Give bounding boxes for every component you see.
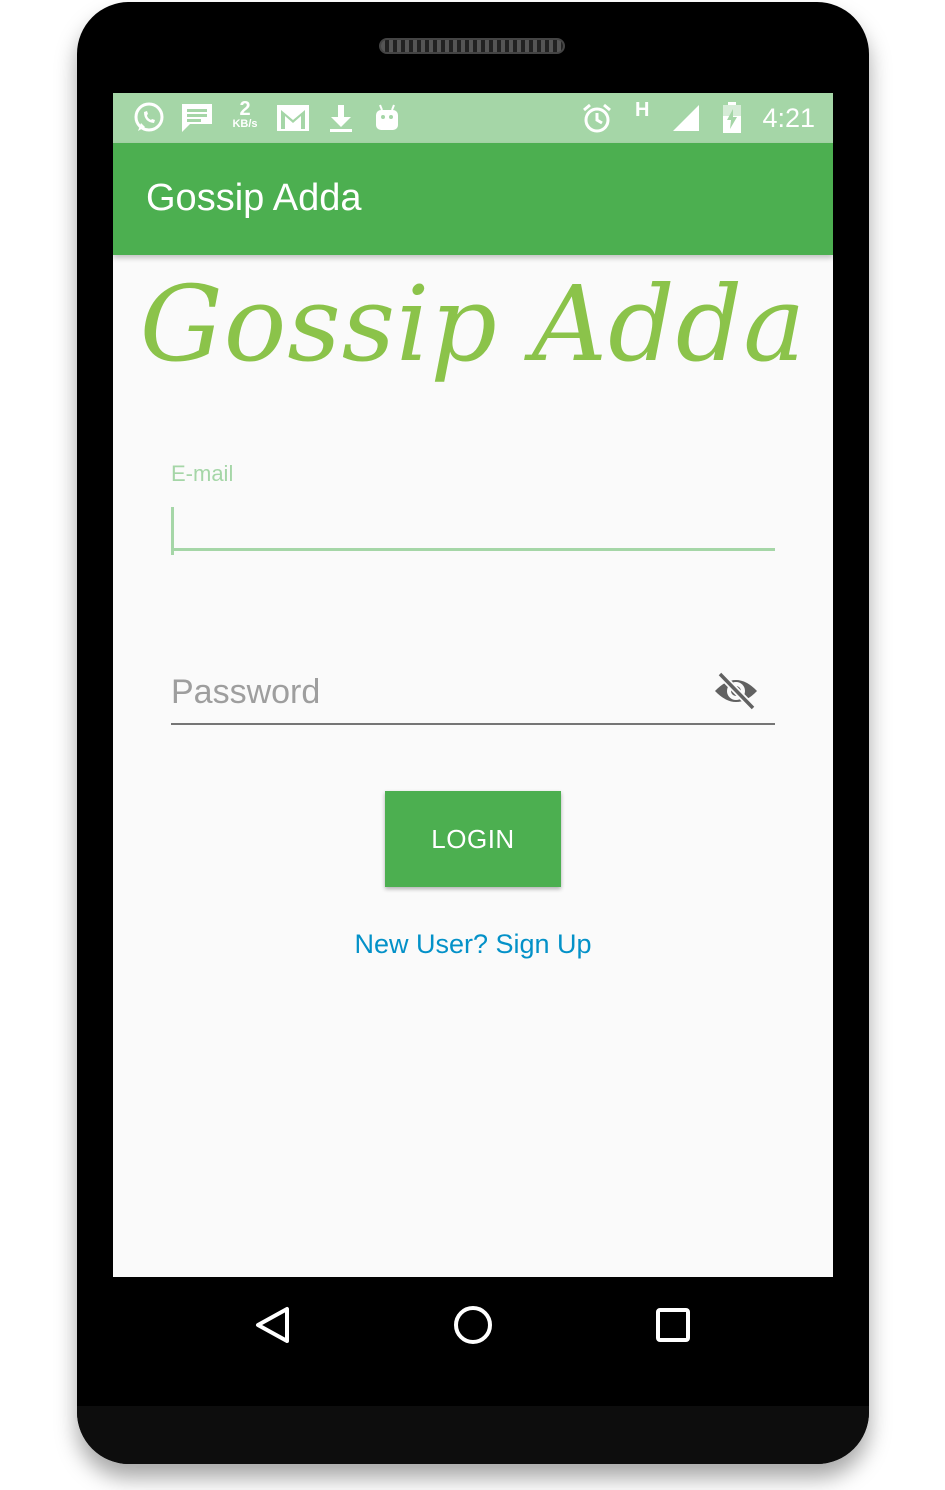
status-bar: 2 KB/s H 4:21 [113,93,833,143]
login-button[interactable]: LOGIN [385,791,561,887]
battery-charging-icon [719,101,745,135]
navigation-bar [77,1302,869,1348]
screen: 2 KB/s H 4:21 Gossip Adda Gossip Adda E-… [113,93,833,1277]
android-icon [371,101,403,135]
email-input[interactable] [171,497,775,551]
earpiece-speaker [379,38,565,54]
phone-chin [77,1406,869,1464]
clock: 4:21 [762,103,815,133]
signal-icon [669,101,703,135]
gmail-icon [275,101,311,135]
app-logo: Gossip Adda [139,263,807,385]
app-title: Gossip Adda [146,177,362,219]
back-icon[interactable] [250,1302,296,1348]
phone-frame: 2 KB/s H 4:21 Gossip Adda Gossip Adda E-… [77,2,869,1464]
app-bar: Gossip Adda [113,143,833,255]
network-speed-unit: KB/s [232,118,258,130]
network-type: H [635,99,650,121]
password-input[interactable] [171,661,775,725]
message-icon [179,101,215,135]
email-field-container: E-mail [171,461,775,561]
email-label: E-mail [171,461,234,486]
alarm-icon [579,101,615,135]
home-icon[interactable] [450,1302,496,1348]
network-speed-value: 2 [239,98,251,120]
recents-icon[interactable] [650,1302,696,1348]
visibility-off-icon[interactable] [713,671,759,711]
network-speed-indicator: 2 KB/s [227,99,263,130]
whatsapp-icon [131,101,167,135]
signup-link[interactable]: New User? Sign Up [113,929,833,960]
download-icon [325,101,357,135]
password-field-container [171,661,775,727]
